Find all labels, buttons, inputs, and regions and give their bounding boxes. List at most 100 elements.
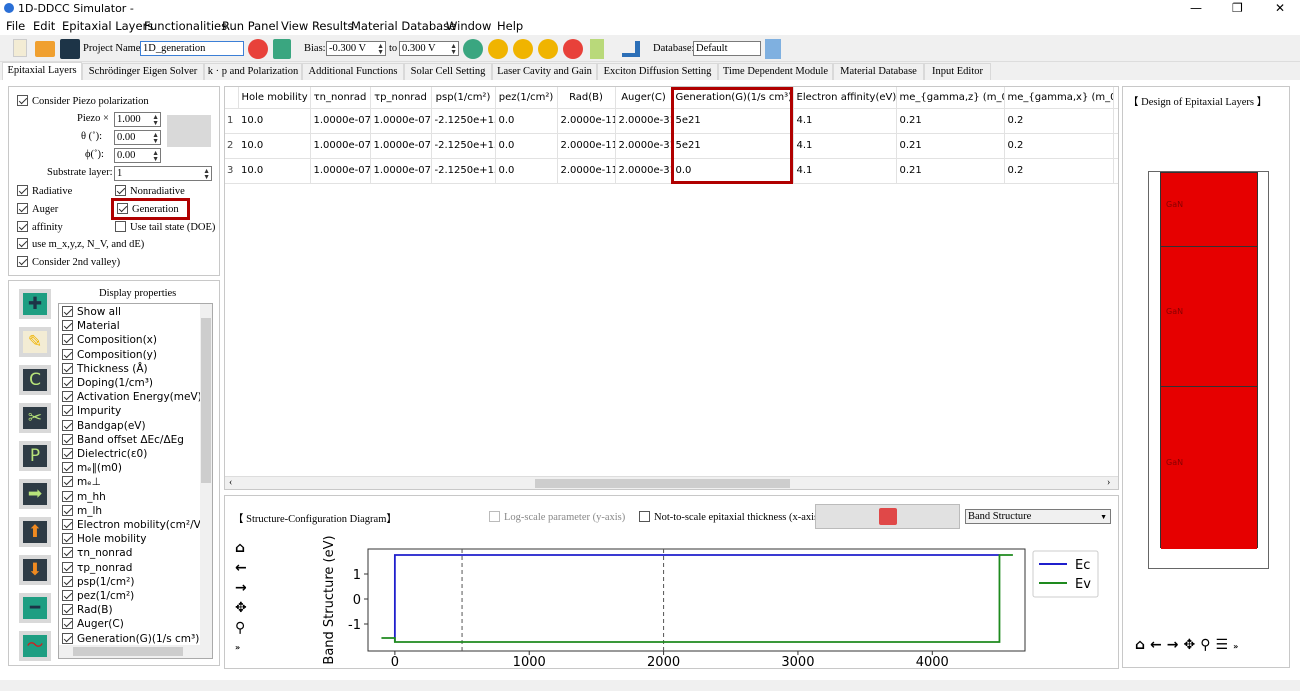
tab-time-dependent[interactable]: Time Dependent Module bbox=[718, 63, 833, 81]
horizontal-scrollbar[interactable]: ‹ › bbox=[225, 476, 1118, 489]
property-checkbox[interactable]: m_lh bbox=[62, 504, 102, 517]
property-checkbox[interactable]: m_hh bbox=[62, 490, 106, 503]
scrollbar-thumb[interactable] bbox=[535, 479, 790, 488]
forward-arrow-icon[interactable]: → bbox=[235, 578, 247, 598]
results-chart-icon[interactable] bbox=[622, 41, 640, 57]
property-checkbox[interactable]: Doping(1/cm³) bbox=[62, 377, 153, 389]
save-icon[interactable] bbox=[60, 39, 80, 59]
menu-epitaxial-layers[interactable]: Epitaxial Layers bbox=[62, 19, 153, 33]
column-header[interactable]: Rad(B) bbox=[557, 87, 616, 109]
add-layer-button[interactable]: ✚ bbox=[19, 289, 51, 319]
table-cell[interactable]: 0.2 bbox=[1004, 158, 1114, 184]
column-header[interactable] bbox=[1113, 87, 1118, 109]
menu-edit[interactable]: Edit bbox=[33, 19, 55, 33]
use-mxyz-checkbox[interactable]: use m_x,y,z, N_V, and dE) bbox=[17, 238, 144, 250]
property-checkbox[interactable]: Composition(y) bbox=[62, 348, 157, 361]
open-folder-icon[interactable] bbox=[35, 41, 55, 57]
paste-layer-button[interactable]: P bbox=[19, 441, 51, 471]
spinner-icon[interactable]: ▲ ▼ bbox=[203, 168, 210, 181]
refresh-icon[interactable] bbox=[248, 39, 268, 59]
column-header[interactable]: me_{gamma,z} (m_0) bbox=[896, 87, 1005, 109]
table-cell[interactable]: 4.1 bbox=[793, 133, 897, 159]
copy-layer-button[interactable]: C bbox=[19, 365, 51, 395]
column-header[interactable]: pez(1/cm²) bbox=[495, 87, 558, 109]
generation-checkbox[interactable]: Generation bbox=[111, 198, 190, 220]
affinity-checkbox[interactable]: affinity bbox=[17, 221, 63, 233]
property-checkbox[interactable]: psp(1/cm²) bbox=[62, 575, 134, 588]
epitaxial-layer[interactable]: GaN bbox=[1161, 247, 1257, 387]
epitaxial-layer[interactable]: GaN bbox=[1161, 387, 1257, 549]
menu-help[interactable]: Help bbox=[497, 19, 523, 33]
property-checkbox[interactable]: Auger(C) bbox=[62, 618, 124, 630]
table-cell[interactable]: 2.0000e-31 bbox=[615, 158, 673, 184]
menu-material-database[interactable]: Material Database bbox=[351, 19, 456, 33]
property-checkbox[interactable]: Material bbox=[62, 320, 120, 332]
table-cell[interactable]: 1.0000e-07 bbox=[310, 158, 371, 184]
property-checkbox[interactable]: mₑ⊥ bbox=[62, 476, 101, 488]
table-cell[interactable]: 2.0000e-31 bbox=[615, 108, 673, 134]
insert-layer-button[interactable]: ➡ bbox=[19, 479, 51, 509]
table-cell[interactable] bbox=[1113, 133, 1118, 159]
property-checkbox[interactable]: Activation Energy(meV) bbox=[62, 391, 202, 403]
table-cell[interactable]: 0.21 bbox=[896, 108, 1005, 134]
table-cell[interactable]: 2.0000e-31 bbox=[615, 133, 673, 159]
scroll-left-icon[interactable]: ‹ bbox=[229, 477, 232, 488]
piezo-image-icon[interactable] bbox=[167, 115, 211, 147]
radiative-checkbox[interactable]: Radiative bbox=[17, 185, 72, 197]
table-cell[interactable]: 10.0 bbox=[238, 108, 311, 134]
column-header[interactable]: τn_nonrad bbox=[310, 87, 371, 109]
nonradiative-checkbox[interactable]: Nonradiative bbox=[115, 185, 185, 197]
pan-icon[interactable]: ✥ bbox=[235, 598, 247, 618]
forward-arrow-icon[interactable]: → bbox=[1167, 637, 1184, 653]
run-icon[interactable] bbox=[488, 39, 508, 59]
table-cell[interactable]: -2.1250e+13 bbox=[431, 108, 496, 134]
property-checkbox[interactable]: Bandgap(eV) bbox=[62, 419, 146, 432]
tail-state-checkbox[interactable]: Use tail state (DOE) bbox=[115, 221, 215, 233]
move-up-button[interactable]: ⬆ bbox=[19, 517, 51, 547]
property-checkbox[interactable]: Generation(G)(1/s cm³) bbox=[62, 632, 199, 645]
column-header[interactable]: Electron affinity(eV) bbox=[793, 87, 897, 109]
table-cell[interactable] bbox=[1113, 158, 1118, 184]
home-icon[interactable]: ⌂ bbox=[235, 538, 247, 558]
tab-laser-cavity[interactable]: Laser Cavity and Gain bbox=[492, 63, 597, 81]
property-checkbox[interactable]: Show all bbox=[62, 306, 121, 318]
table-cell[interactable]: 1.0000e-07 bbox=[370, 108, 432, 134]
table-cell[interactable]: 2.0000e-11 bbox=[557, 108, 616, 134]
run-settings-icon[interactable] bbox=[463, 39, 483, 59]
back-arrow-icon[interactable]: ← bbox=[1150, 637, 1167, 653]
tab-schrodinger[interactable]: Schrödinger Eigen Solver bbox=[82, 63, 204, 81]
table-cell[interactable]: 1.0000e-07 bbox=[310, 108, 371, 134]
property-checkbox[interactable]: τp_nonrad bbox=[62, 561, 132, 574]
scrollbar-thumb[interactable] bbox=[201, 318, 211, 483]
minimize-button[interactable]: — bbox=[1190, 1, 1202, 15]
horizontal-scrollbar[interactable] bbox=[59, 645, 212, 658]
menu-functionalities[interactable]: Functionalities bbox=[144, 19, 227, 33]
log-scale-checkbox[interactable]: Log-scale parameter (y-axis) bbox=[489, 511, 625, 523]
bias-to-input[interactable]: 0.300 V ▲ ▼ bbox=[399, 41, 459, 56]
column-header[interactable]: Auger(C) bbox=[615, 87, 673, 109]
tab-input-editor[interactable]: Input Editor bbox=[924, 63, 991, 81]
project-name-input[interactable]: 1D_generation bbox=[140, 41, 244, 56]
property-checkbox[interactable]: pez(1/cm²) bbox=[62, 590, 134, 602]
table-cell[interactable]: 4.1 bbox=[793, 108, 897, 134]
settings-sliders-icon[interactable]: ☰ bbox=[1216, 637, 1234, 653]
export-icon[interactable] bbox=[273, 39, 291, 59]
table-cell[interactable]: -2.1250e+13 bbox=[431, 133, 496, 159]
spinner-icon[interactable]: ▲ ▼ bbox=[377, 43, 384, 56]
table-cell[interactable] bbox=[1113, 108, 1118, 134]
database-refresh-icon[interactable] bbox=[765, 39, 781, 59]
property-checkbox[interactable]: Composition(x) bbox=[62, 334, 157, 346]
epitaxial-layer[interactable]: GaN bbox=[1161, 173, 1257, 247]
menu-view-results[interactable]: View Results bbox=[281, 19, 353, 33]
table-cell[interactable]: -2.1250e+13 bbox=[431, 158, 496, 184]
database-input[interactable]: Default bbox=[693, 41, 761, 56]
table-cell[interactable]: 0.2 bbox=[1004, 108, 1114, 134]
clean-icon[interactable] bbox=[590, 39, 604, 59]
not-to-scale-checkbox[interactable]: Not-to-scale epitaxial thickness (x-axis… bbox=[639, 511, 822, 523]
menu-file[interactable]: File bbox=[6, 19, 25, 33]
close-button[interactable]: ✕ bbox=[1275, 1, 1285, 15]
table-cell[interactable]: 0.21 bbox=[896, 133, 1005, 159]
table-cell[interactable]: 0.2 bbox=[1004, 133, 1114, 159]
property-checkbox[interactable]: Impurity bbox=[62, 405, 121, 417]
table-cell[interactable]: 2.0000e-11 bbox=[557, 133, 616, 159]
